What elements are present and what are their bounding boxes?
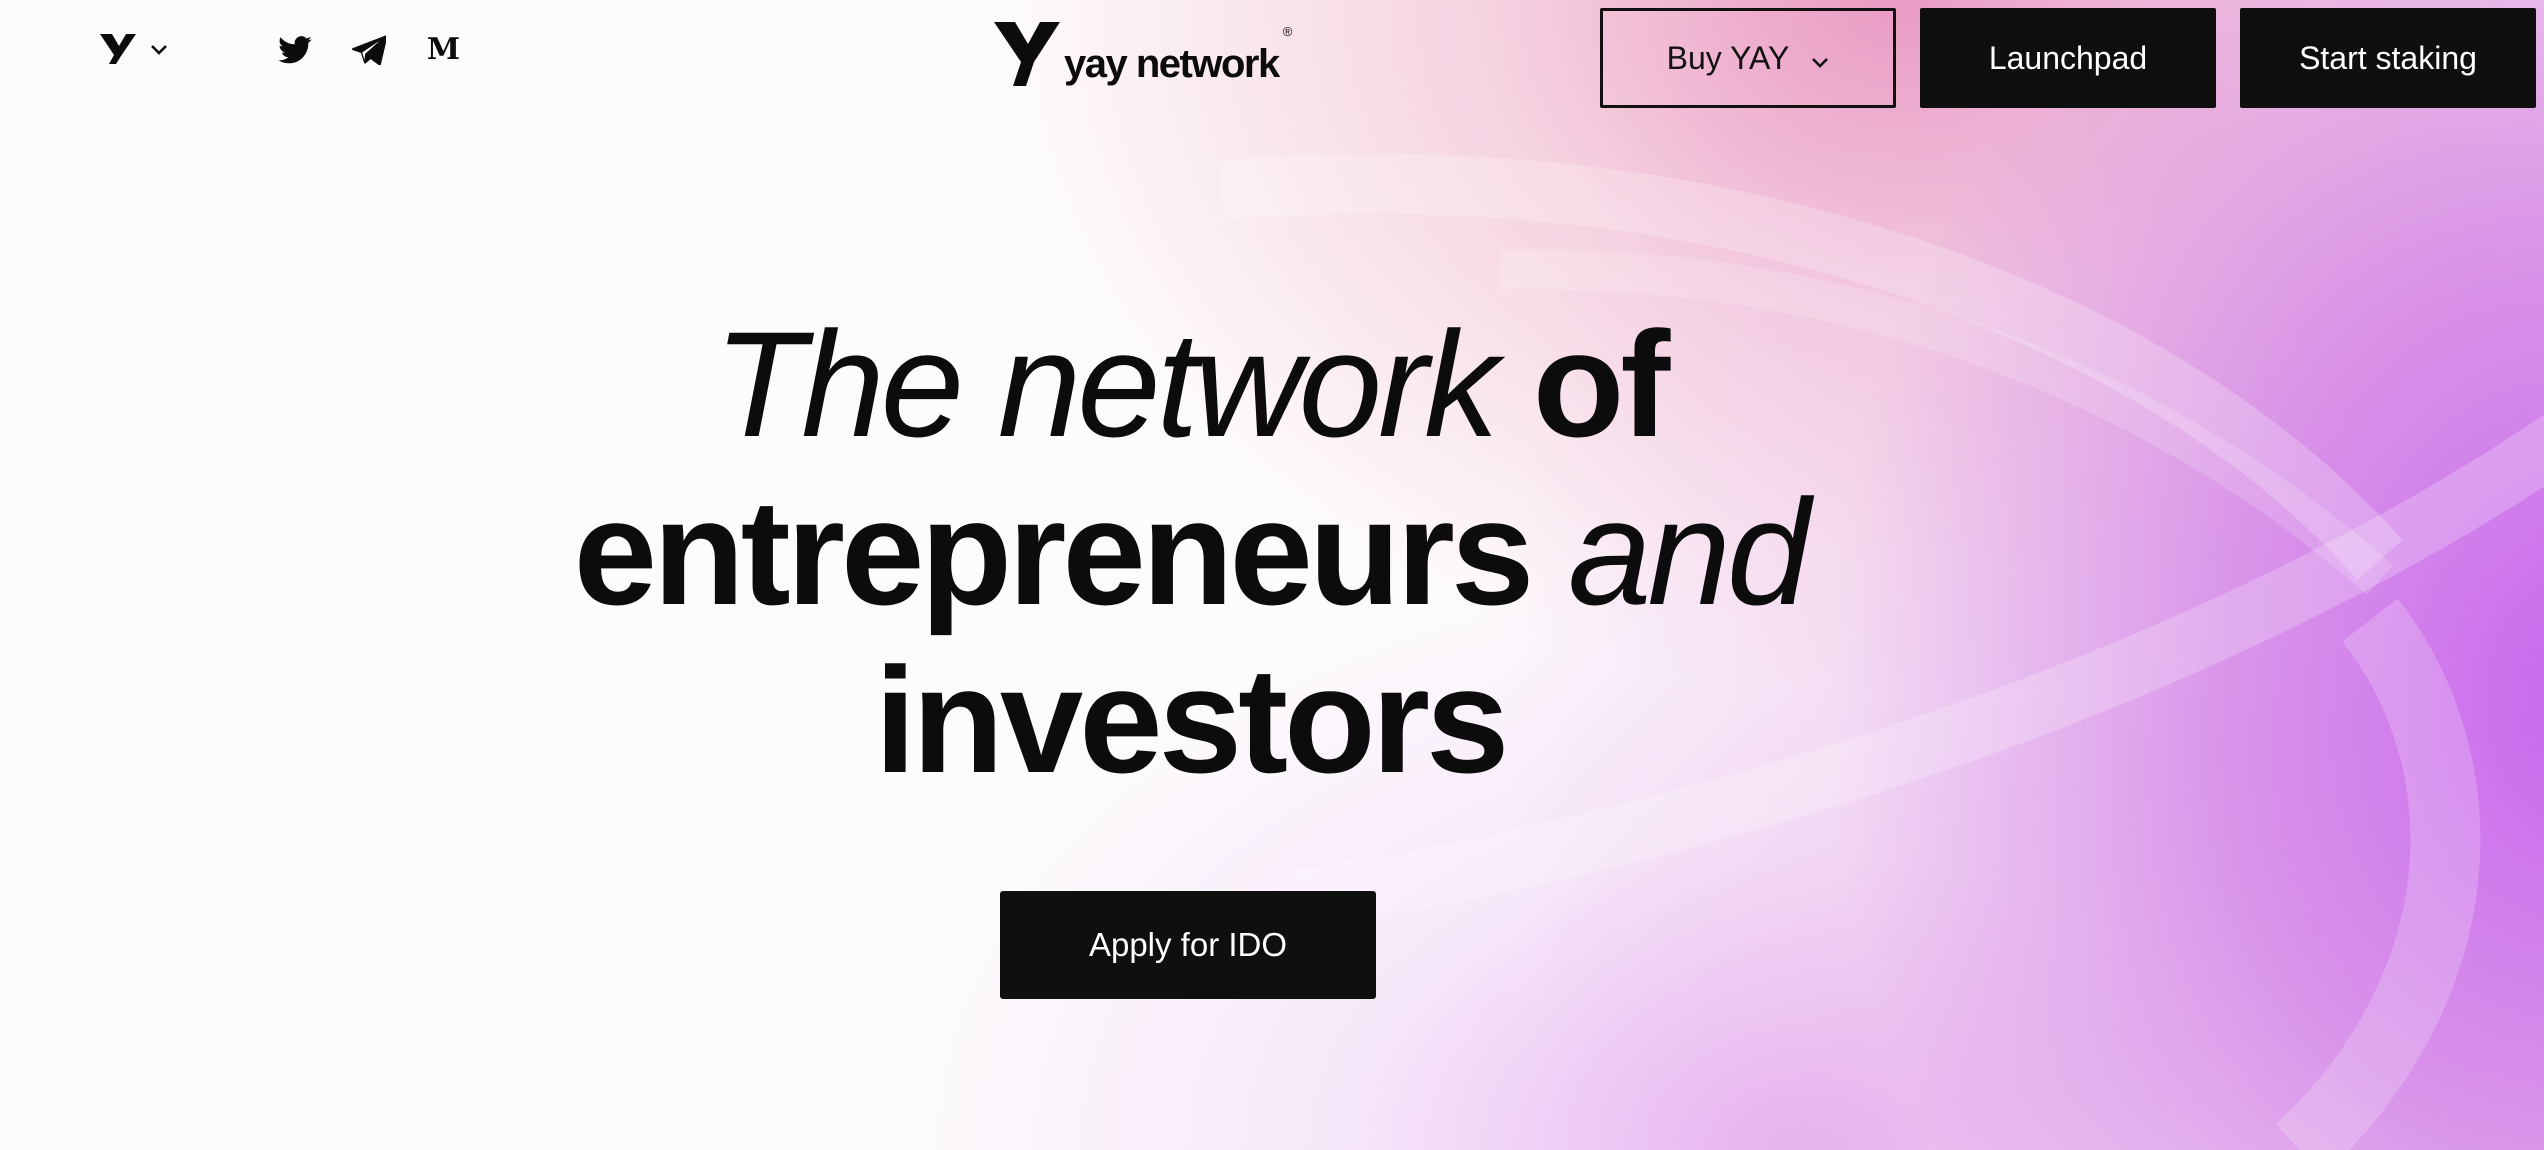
- twitter-icon[interactable]: [278, 33, 312, 67]
- medium-icon[interactable]: M: [426, 33, 460, 67]
- registered-mark: ®: [1282, 24, 1293, 39]
- start-staking-button[interactable]: Start staking: [2240, 8, 2536, 108]
- yay-brand-icon: [994, 22, 1060, 91]
- hero-line2-plain: entrepreneurs: [573, 468, 1535, 636]
- yay-logo-icon: [100, 34, 136, 69]
- social-links: M: [278, 33, 460, 67]
- buy-yay-label: Buy YAY: [1666, 39, 1790, 76]
- network-menu[interactable]: [100, 34, 168, 69]
- apply-for-ido-button[interactable]: Apply for IDO: [1000, 891, 1376, 999]
- hero-headline: The network of entrepreneurs and investo…: [470, 300, 1910, 804]
- brand-name: yay network: [1064, 42, 1280, 86]
- brand-logo[interactable]: yay network ®: [994, 22, 1292, 91]
- top-header: M yay network ® Buy YAY Launchpad Start …: [0, 0, 2544, 116]
- buy-yay-button[interactable]: Buy YAY: [1600, 8, 1896, 108]
- hero-line1-italic: The network: [713, 300, 1499, 468]
- hero-line3-plain: investors: [874, 636, 1510, 804]
- launchpad-button[interactable]: Launchpad: [1920, 8, 2216, 108]
- telegram-icon[interactable]: [352, 33, 386, 67]
- chevron-down-icon: [1811, 40, 1829, 77]
- hero-line2-italic: and: [1568, 468, 1810, 636]
- hero-line1-plain: of: [1532, 300, 1671, 468]
- chevron-down-icon: [150, 43, 168, 61]
